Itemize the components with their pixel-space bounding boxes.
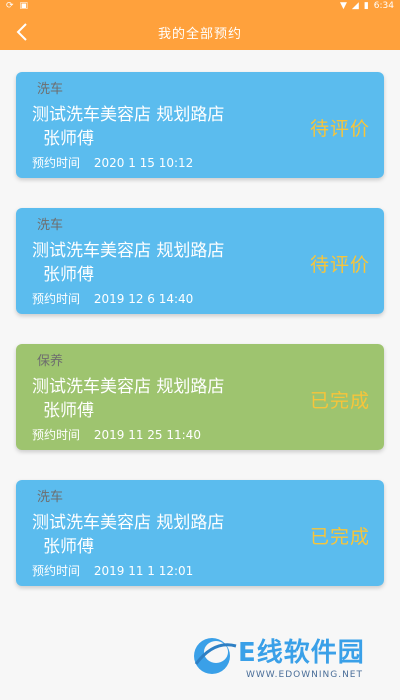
technician-name: 张师傅 xyxy=(43,129,94,149)
watermark-url: WWW.EDOWNING.NET xyxy=(246,670,363,680)
appointment-time: 2019 12 6 14:40 xyxy=(93,292,194,306)
appointment-time-row: 预约时间 2019 11 25 11:40 xyxy=(32,426,201,443)
appointment-list: 洗车 测试洗车美容店 规划路店 张师傅 预约时间 2020 1 15 10:12… xyxy=(16,72,384,616)
image-icon: ▣ xyxy=(19,1,29,11)
service-type: 洗车 xyxy=(37,218,64,233)
watermark-logo: E线软件园 WWW.EDOWNING.NET xyxy=(190,630,390,690)
appointment-time: 2019 11 25 11:40 xyxy=(93,428,201,442)
page-title: 我的全部预约 xyxy=(157,27,242,42)
appointment-card[interactable]: 洗车 测试洗车美容店 规划路店 张师傅 预约时间 2019 12 6 14:40… xyxy=(16,208,384,314)
service-type: 保养 xyxy=(37,354,64,369)
status-badge: 已完成 xyxy=(309,526,370,548)
status-time: 6:34 xyxy=(373,1,394,11)
time-label: 预约时间 xyxy=(32,292,81,306)
status-badge[interactable]: 待评价 xyxy=(310,250,370,277)
shop-name: 测试洗车美容店 规划路店 xyxy=(32,241,225,261)
watermark-text: E线软件园 xyxy=(238,638,365,668)
appointment-time-row: 预约时间 2020 1 15 10:12 xyxy=(32,154,193,171)
shop-name: 测试洗车美容店 规划路店 xyxy=(32,105,225,125)
service-type: 洗车 xyxy=(37,82,64,97)
shop-name: 测试洗车美容店 规划路店 xyxy=(32,513,225,533)
technician-name: 张师傅 xyxy=(43,401,94,421)
appointment-time-row: 预约时间 2019 11 1 12:01 xyxy=(32,562,193,579)
appointment-card[interactable]: 洗车 测试洗车美容店 规划路店 张师傅 预约时间 2019 11 1 12:01… xyxy=(16,480,384,586)
technician-name: 张师傅 xyxy=(43,265,94,285)
appointment-time: 2020 1 15 10:12 xyxy=(93,156,194,170)
status-bar: ⟳ ▣ ▼ ◢ ▮ 6:34 xyxy=(0,0,400,14)
app-bar: 我的全部预约 xyxy=(0,14,400,50)
appointment-time: 2019 11 1 12:01 xyxy=(93,564,194,578)
service-type: 洗车 xyxy=(37,490,64,505)
sync-icon: ⟳ xyxy=(6,1,14,11)
shop-name: 测试洗车美容店 规划路店 xyxy=(32,377,225,397)
signal-icon: ◢ xyxy=(351,1,359,11)
technician-name: 张师傅 xyxy=(43,537,94,557)
status-badge[interactable]: 待评价 xyxy=(310,114,370,141)
wifi-icon: ▼ xyxy=(339,1,347,11)
battery-icon: ▮ xyxy=(363,1,369,11)
time-label: 预约时间 xyxy=(32,156,81,170)
appointment-time-row: 预约时间 2019 12 6 14:40 xyxy=(32,290,193,307)
time-label: 预约时间 xyxy=(32,564,81,578)
appointment-card[interactable]: 洗车 测试洗车美容店 规划路店 张师傅 预约时间 2020 1 15 10:12… xyxy=(16,72,384,178)
appointment-card[interactable]: 保养 测试洗车美容店 规划路店 张师傅 预约时间 2019 11 25 11:4… xyxy=(16,344,384,450)
status-badge: 已完成 xyxy=(309,390,370,412)
time-label: 预约时间 xyxy=(32,428,81,442)
swoosh-logo-icon xyxy=(194,638,237,674)
